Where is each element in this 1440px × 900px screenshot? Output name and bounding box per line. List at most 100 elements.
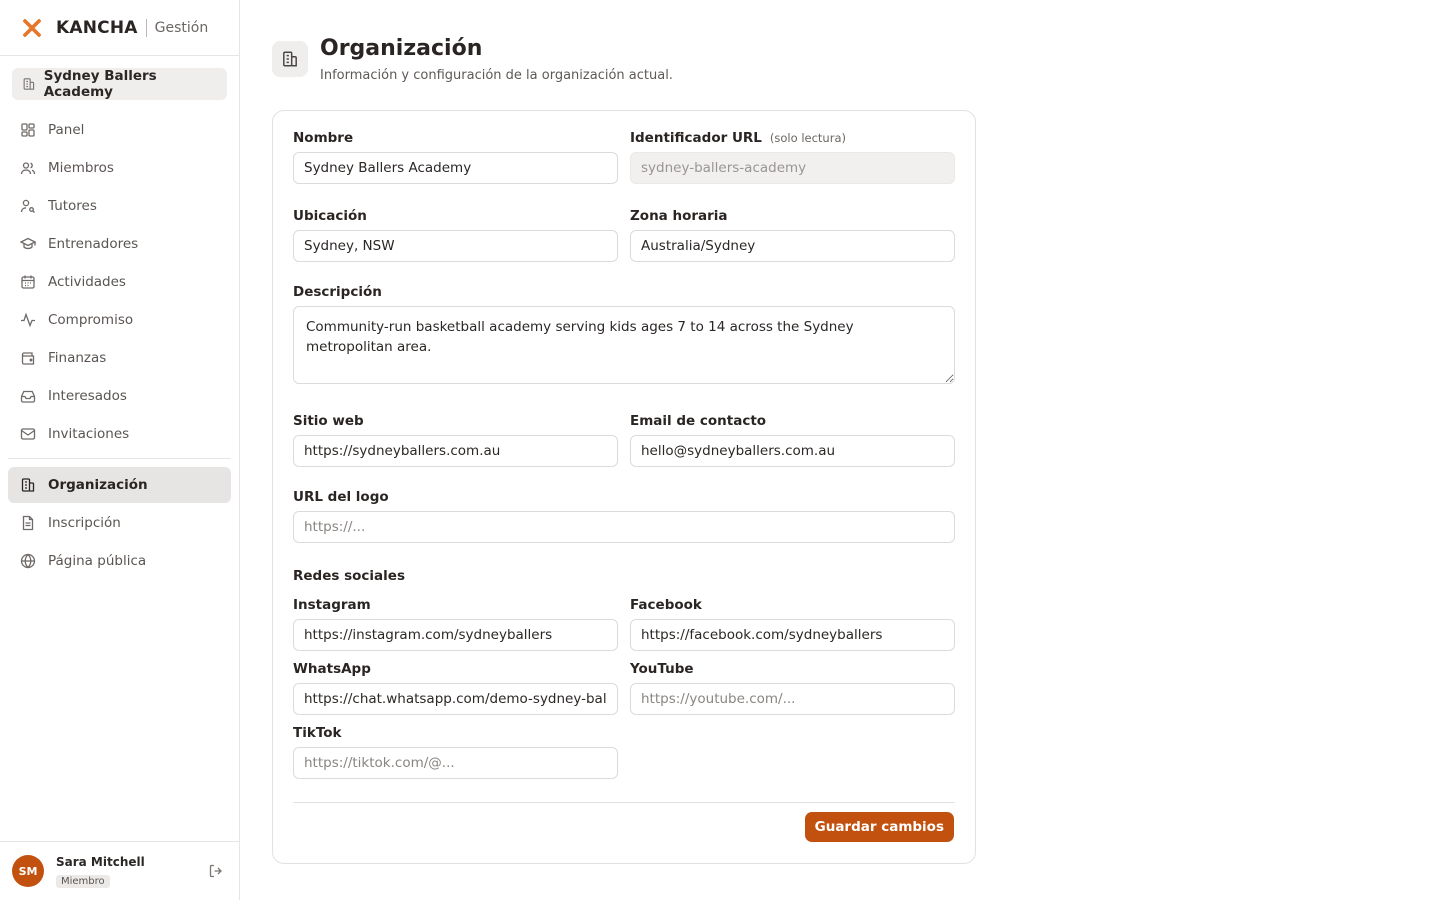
facebook-label: Facebook bbox=[630, 597, 702, 613]
slug-label: Identificador URL (solo lectura) bbox=[630, 130, 955, 146]
graduation-cap-icon bbox=[20, 237, 36, 250]
sidebar-item-label: Compromiso bbox=[48, 312, 134, 328]
file-icon bbox=[22, 515, 34, 531]
globe-icon bbox=[20, 553, 36, 569]
page-subtitle: Información y configuración de la organi… bbox=[320, 68, 673, 83]
name-field-group: Nombre bbox=[293, 130, 618, 184]
sidebar-item-compromiso[interactable]: Compromiso bbox=[8, 302, 231, 338]
inbox-icon bbox=[20, 390, 36, 403]
activity-icon bbox=[21, 312, 35, 328]
email-field-group: Email de contacto bbox=[630, 413, 955, 467]
logo-label: URL del logo bbox=[293, 489, 389, 505]
building-icon bbox=[21, 478, 35, 492]
description-label: Descripción bbox=[293, 284, 382, 300]
sidebar-item-label: Panel bbox=[48, 122, 85, 138]
sidebar-item-label: Finanzas bbox=[48, 350, 107, 366]
sidebar-item-organizacion[interactable]: Organización bbox=[8, 467, 231, 503]
avatar[interactable]: SM bbox=[12, 855, 44, 887]
sidebar-divider bbox=[8, 458, 231, 459]
page-title: Organización bbox=[320, 36, 483, 61]
sidebar-item-tutores[interactable]: Tutores bbox=[8, 188, 231, 224]
location-input[interactable] bbox=[293, 230, 618, 262]
logout-icon[interactable] bbox=[208, 863, 224, 879]
email-input[interactable] bbox=[630, 435, 955, 467]
brand-separator bbox=[145, 18, 147, 37]
whatsapp-input[interactable] bbox=[293, 683, 618, 715]
slug-input bbox=[630, 152, 955, 184]
sidebar-item-pagina-publica[interactable]: Página pública bbox=[8, 543, 231, 579]
social-section-title: Redes sociales bbox=[293, 568, 405, 584]
org-switcher-label: Sydney Ballers Academy bbox=[43, 68, 157, 100]
sidebar-item-label: Actividades bbox=[48, 274, 126, 290]
user-name: Sara Mitchell bbox=[56, 854, 145, 869]
brand[interactable]: KANCHA Gestión bbox=[0, 0, 239, 56]
instagram-label: Instagram bbox=[293, 597, 371, 613]
tiktok-field-group: TikTok bbox=[293, 725, 618, 779]
sidebar-item-finanzas[interactable]: Finanzas bbox=[8, 340, 231, 376]
facebook-field-group: Facebook bbox=[630, 597, 955, 651]
sidebar-item-panel[interactable]: Panel bbox=[8, 112, 231, 148]
sidebar-item-inscripcion[interactable]: Inscripción bbox=[8, 505, 231, 541]
sidebar-item-label: Miembros bbox=[48, 160, 114, 176]
facebook-input[interactable] bbox=[630, 619, 955, 651]
user-role-badge: Miembro bbox=[56, 874, 110, 888]
website-field-group: Sitio web bbox=[293, 413, 618, 467]
youtube-field-group: YouTube bbox=[630, 661, 955, 715]
description-field-group: Descripción Community-run basketball aca… bbox=[293, 284, 955, 384]
sidebar-item-entrenadores[interactable]: Entrenadores bbox=[8, 226, 231, 262]
users-icon bbox=[20, 162, 36, 175]
location-field-group: Ubicación bbox=[293, 208, 618, 262]
logo-field-group: URL del logo bbox=[293, 489, 955, 543]
sidebar-item-label: Organización bbox=[48, 477, 148, 493]
logo-url-input[interactable] bbox=[293, 511, 955, 543]
sidebar-item-label: Invitaciones bbox=[48, 426, 130, 442]
org-switcher[interactable]: Sydney Ballers Academy bbox=[12, 68, 227, 100]
kancha-logo-icon bbox=[22, 18, 42, 37]
sidebar-item-label: Tutores bbox=[48, 198, 97, 214]
email-label: Email de contacto bbox=[630, 413, 767, 429]
sidebar-item-label: Página pública bbox=[48, 553, 147, 569]
tiktok-input[interactable] bbox=[293, 747, 618, 779]
website-label: Sitio web bbox=[293, 413, 364, 429]
sidebar-nav: Panel Miembros Tutores Entrenadores Acti… bbox=[8, 112, 231, 581]
name-label: Nombre bbox=[293, 130, 354, 146]
sidebar-item-actividades[interactable]: Actividades bbox=[8, 264, 231, 300]
instagram-field-group: Instagram bbox=[293, 597, 618, 651]
slug-field-group: Identificador URL (solo lectura) bbox=[630, 130, 955, 184]
calendar-icon bbox=[21, 275, 35, 289]
slug-readonly-note: (solo lectura) bbox=[769, 131, 846, 145]
sidebar-item-label: Inscripción bbox=[48, 515, 121, 531]
youtube-input[interactable] bbox=[630, 683, 955, 715]
tiktok-label: TikTok bbox=[293, 725, 342, 741]
dashboard-icon bbox=[21, 123, 35, 137]
timezone-input[interactable] bbox=[630, 230, 955, 262]
user-info: Sara Mitchell Miembro bbox=[56, 855, 208, 888]
user-panel: SM Sara Mitchell Miembro bbox=[0, 841, 240, 900]
sidebar-item-miembros[interactable]: Miembros bbox=[8, 150, 231, 186]
user-key-icon bbox=[20, 199, 35, 213]
form-divider bbox=[293, 802, 955, 803]
building-icon bbox=[23, 78, 35, 90]
organization-form: Nombre Identificador URL (solo lectura) U… bbox=[272, 110, 976, 864]
sidebar-item-interesados[interactable]: Interesados bbox=[8, 378, 231, 414]
brand-subtitle: Gestión bbox=[154, 19, 209, 36]
instagram-input[interactable] bbox=[293, 619, 618, 651]
name-input[interactable] bbox=[293, 152, 618, 184]
mail-icon bbox=[20, 428, 36, 440]
location-label: Ubicación bbox=[293, 208, 367, 224]
sidebar-item-invitaciones[interactable]: Invitaciones bbox=[8, 416, 231, 452]
whatsapp-label: WhatsApp bbox=[293, 661, 371, 677]
timezone-label: Zona horaria bbox=[630, 208, 728, 224]
wallet-icon bbox=[21, 352, 35, 365]
description-textarea[interactable]: Community-run basketball academy serving… bbox=[293, 306, 955, 384]
sidebar-item-label: Interesados bbox=[48, 388, 127, 404]
slug-label-text: Identificador URL bbox=[630, 130, 762, 146]
sidebar: KANCHA Gestión Sydney Ballers Academy Pa… bbox=[0, 0, 240, 900]
timezone-field-group: Zona horaria bbox=[630, 208, 955, 262]
page-heading: Organización Información y configuración… bbox=[320, 36, 673, 83]
building-icon bbox=[272, 41, 308, 77]
save-button[interactable]: Guardar cambios bbox=[804, 812, 954, 842]
website-input[interactable] bbox=[293, 435, 618, 467]
brand-name: KANCHA bbox=[56, 17, 138, 38]
youtube-label: YouTube bbox=[630, 661, 694, 677]
